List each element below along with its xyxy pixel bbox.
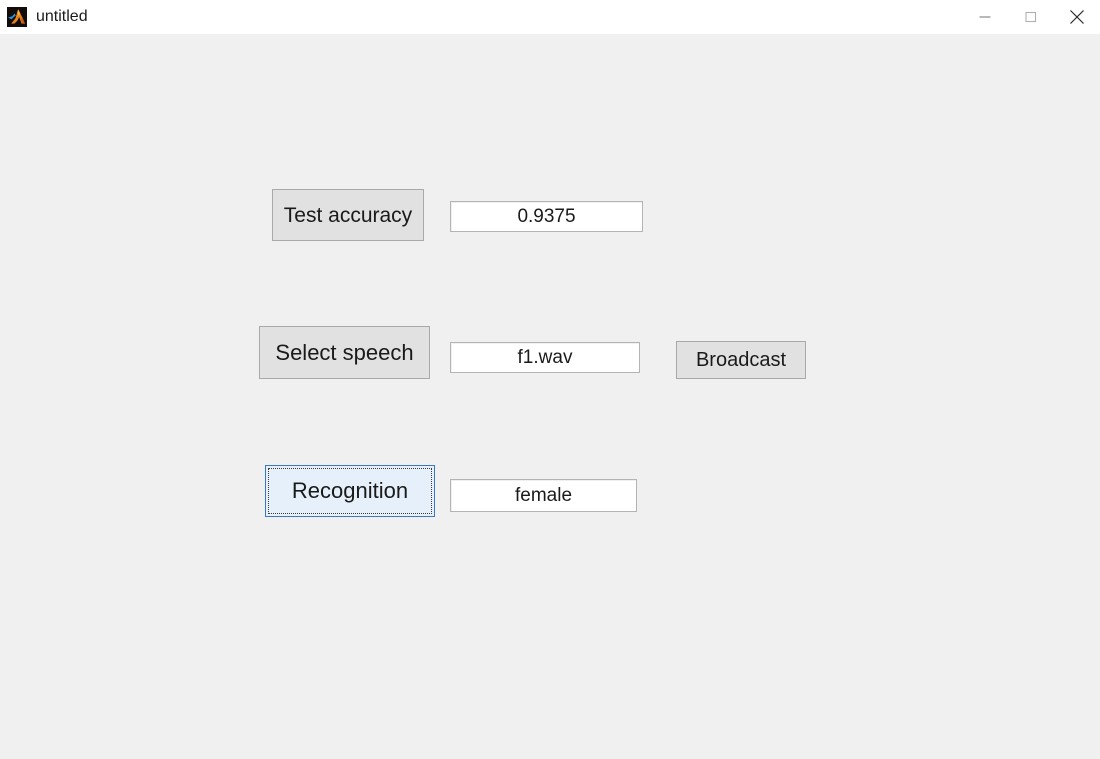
test-accuracy-button[interactable]: Test accuracy xyxy=(272,189,424,241)
test-accuracy-field[interactable]: 0.9375 xyxy=(450,201,643,232)
window-title: untitled xyxy=(36,9,88,25)
close-icon xyxy=(1068,8,1086,26)
window-controls xyxy=(962,0,1100,34)
maximize-button[interactable] xyxy=(1008,0,1054,34)
matlab-membrane-icon xyxy=(7,7,27,27)
recognition-result-field[interactable]: female xyxy=(450,479,637,512)
client-area: Test accuracy 0.9375 Select speech f1.wa… xyxy=(0,34,1100,759)
minimize-button[interactable] xyxy=(962,0,1008,34)
close-button[interactable] xyxy=(1054,0,1100,34)
speech-file-field[interactable]: f1.wav xyxy=(450,342,640,373)
broadcast-button[interactable]: Broadcast xyxy=(676,341,806,379)
maximize-icon xyxy=(1024,10,1038,24)
title-bar: untitled xyxy=(0,0,1100,34)
app-window: untitled Test accura xyxy=(0,0,1100,759)
recognition-button[interactable]: Recognition xyxy=(265,465,435,517)
minimize-icon xyxy=(978,10,992,24)
select-speech-button[interactable]: Select speech xyxy=(259,326,430,379)
title-bar-left: untitled xyxy=(0,0,88,34)
